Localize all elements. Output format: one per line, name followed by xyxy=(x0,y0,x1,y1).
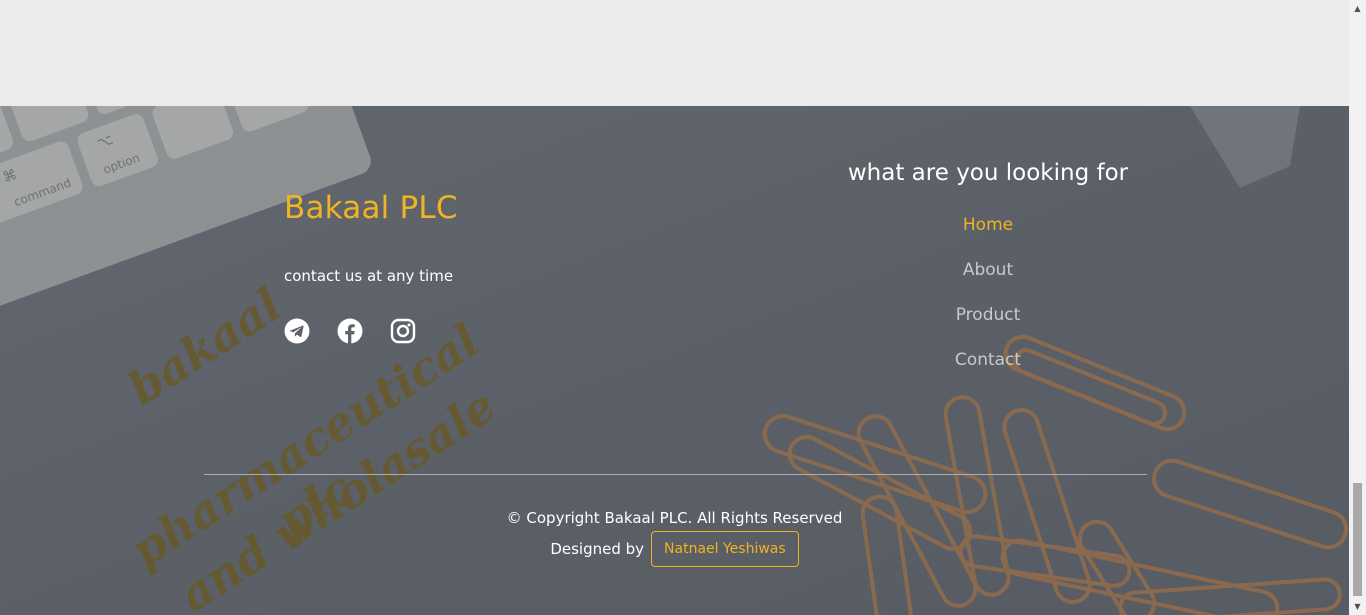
designed-by-label: Designed by xyxy=(550,540,645,558)
footer-nav-list: Home About Product Contact xyxy=(830,204,1146,384)
designer-link-button[interactable]: Natnael Yeshiwas xyxy=(651,531,799,567)
copyright-text: © Copyright Bakaal PLC. All Rights Reser… xyxy=(506,509,843,527)
facebook-icon[interactable] xyxy=(337,318,363,344)
social-links xyxy=(284,318,416,344)
footer-nav-contact[interactable]: Contact xyxy=(830,339,1146,384)
scroll-down-arrow-icon[interactable]: ▼ xyxy=(1349,598,1366,615)
footer-divider xyxy=(204,474,1147,475)
content-area xyxy=(0,0,1349,106)
brand-title: Bakaal PLC xyxy=(284,190,458,226)
vertical-scrollbar[interactable]: ▲ ▼ xyxy=(1349,0,1366,615)
footer-nav: what are you looking for Home About Prod… xyxy=(830,156,1146,384)
footer-nav-product[interactable]: Product xyxy=(830,294,1146,339)
scrollbar-thumb[interactable] xyxy=(1353,483,1362,596)
page: command option ⌘ ⌥ bakaal pharmaceutical… xyxy=(0,0,1366,615)
scroll-up-arrow-icon[interactable]: ▲ xyxy=(1349,0,1366,17)
designed-by-row: Designed by Natnael Yeshiwas xyxy=(0,531,1349,567)
footer-nav-home[interactable]: Home xyxy=(830,204,1146,249)
footer-nav-heading: what are you looking for xyxy=(847,160,1129,186)
contact-text: contact us at any time xyxy=(284,267,454,285)
footer-nav-about[interactable]: About xyxy=(830,249,1146,294)
telegram-icon[interactable] xyxy=(284,318,310,344)
site-footer: command option ⌘ ⌥ bakaal pharmaceutical… xyxy=(0,106,1349,615)
instagram-icon[interactable] xyxy=(390,318,416,344)
